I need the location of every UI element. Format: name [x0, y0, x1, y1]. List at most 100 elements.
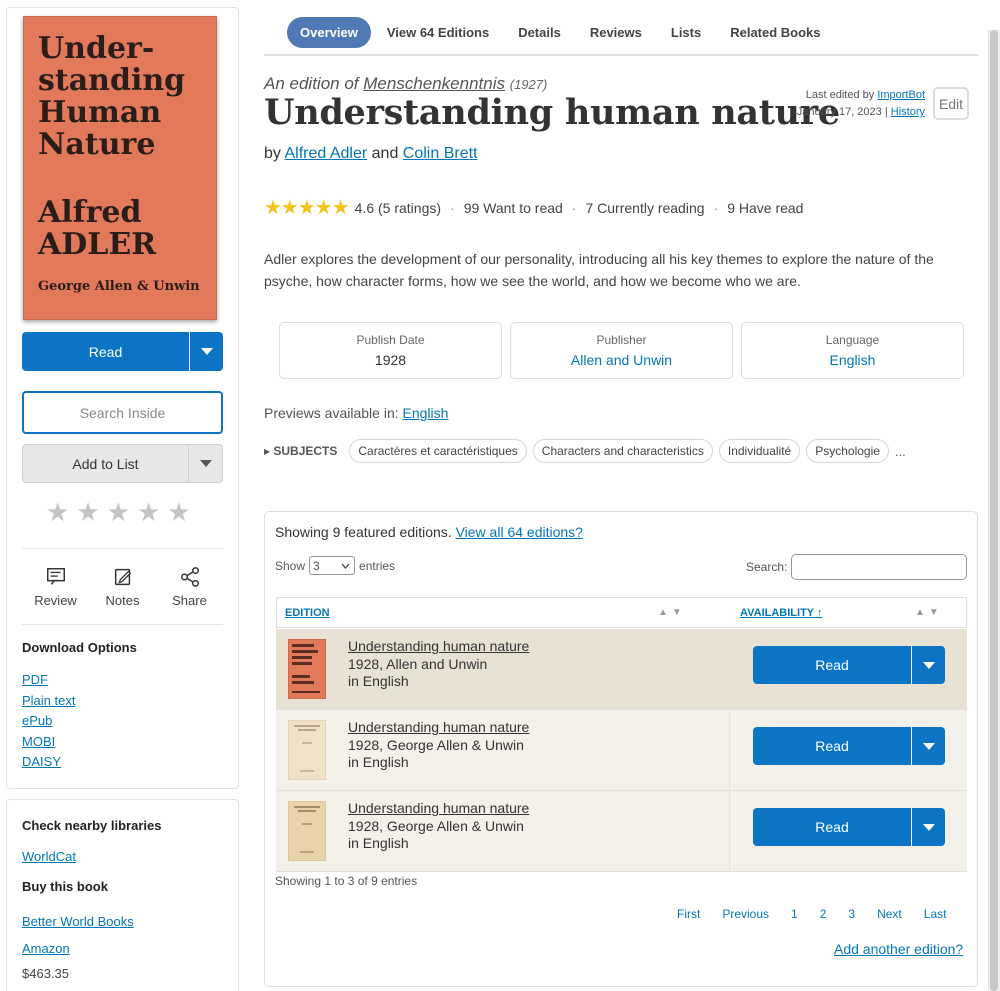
review-label: Review: [34, 593, 77, 608]
subject-pill[interactable]: Characters and characteristics: [532, 439, 713, 463]
subject-pill[interactable]: Caractères et caractéristiques: [349, 439, 527, 463]
edition-year-publisher: 1928, Allen and Unwin: [348, 656, 488, 672]
download-text-link[interactable]: Plain text: [22, 691, 75, 712]
add-another-edition-link[interactable]: Add another edition?: [834, 941, 963, 957]
pager-first[interactable]: First: [677, 907, 700, 921]
entries-select-value: 3: [313, 558, 320, 573]
editions-showing-text: Showing 9 featured editions.: [275, 524, 452, 540]
want-to-read-count: 99 Want to read: [463, 199, 563, 216]
subject-pill[interactable]: Psychologie: [806, 439, 889, 463]
buy-book-title: Buy this book: [22, 879, 108, 894]
tab-overview[interactable]: Overview: [287, 17, 371, 48]
work-year: (1927): [509, 77, 548, 92]
download-epub-link[interactable]: ePub: [22, 711, 75, 732]
subjects-toggle[interactable]: ▸ SUBJECTS: [264, 444, 337, 458]
entries-label: entries: [359, 558, 396, 573]
read-button[interactable]: Read: [22, 332, 189, 371]
read-dropdown-button[interactable]: [189, 332, 223, 371]
pager-page-2[interactable]: 2: [820, 907, 827, 921]
notes-icon: [114, 568, 131, 586]
share-button[interactable]: Share: [160, 566, 220, 608]
edition-title-link[interactable]: Understanding human nature: [348, 800, 529, 816]
editor-link[interactable]: ImportBot: [877, 89, 925, 101]
tab-reviews[interactable]: Reviews: [577, 17, 655, 48]
publisher-link[interactable]: Allen and Unwin: [511, 352, 732, 368]
review-icon: [46, 568, 65, 585]
edition-cover-thumbnail[interactable]: [288, 801, 326, 861]
and-label: and: [371, 145, 399, 162]
scrollbar-thumb[interactable]: [990, 30, 998, 991]
pager-page-1[interactable]: 1: [791, 907, 798, 921]
tab-related-books[interactable]: Related Books: [717, 17, 833, 48]
star-icon[interactable]: ★: [167, 498, 190, 526]
divider: [22, 548, 223, 549]
read-button[interactable]: Read: [753, 646, 911, 684]
chevron-down-icon: [922, 823, 935, 831]
page-title: Understanding human nature: [264, 92, 840, 133]
review-button[interactable]: Review: [26, 566, 86, 608]
history-link[interactable]: History: [891, 106, 925, 118]
tab-details[interactable]: Details: [505, 17, 574, 48]
read-button[interactable]: Read: [753, 808, 911, 846]
read-split-button: Read: [753, 727, 945, 765]
edition-cover-thumbnail[interactable]: [288, 720, 326, 780]
book-cover[interactable]: Under- standing Human Nature Alfred ADLE…: [23, 16, 217, 320]
read-button[interactable]: Read: [753, 727, 911, 765]
add-to-list-split-button: Add to List: [22, 444, 223, 483]
star-icon[interactable]: ★: [46, 498, 69, 526]
sort-edition-icon[interactable]: ▲▼: [658, 607, 686, 618]
separator-dot: ·: [571, 199, 577, 216]
author-link[interactable]: Alfred Adler: [284, 145, 367, 162]
edition-column-header[interactable]: EDITION: [285, 607, 330, 619]
pager-page-3[interactable]: 3: [848, 907, 855, 921]
chevron-down-icon: [922, 742, 935, 750]
table-search-input[interactable]: [791, 554, 968, 580]
read-dropdown-button[interactable]: [911, 808, 945, 846]
star-icon[interactable]: ★: [107, 498, 130, 526]
search-inside-input[interactable]: Search Inside: [22, 391, 223, 434]
cover-author: Alfred ADLER: [38, 195, 157, 262]
worldcat-link[interactable]: WorldCat: [22, 849, 76, 864]
star-icon[interactable]: ★: [137, 498, 160, 526]
pager-next[interactable]: Next: [877, 907, 902, 921]
amazon-link[interactable]: Amazon: [22, 941, 70, 956]
star-rating-input: ★ ★ ★ ★ ★: [46, 498, 191, 526]
separator-dot: ·: [713, 199, 719, 216]
read-dropdown-button[interactable]: [911, 646, 945, 684]
currently-reading-count: 7 Currently reading: [585, 199, 705, 216]
view-all-editions-link[interactable]: View all 64 editions?: [456, 524, 583, 540]
download-pdf-link[interactable]: PDF: [22, 670, 75, 691]
by-label: by: [264, 145, 281, 162]
sort-availability-icon[interactable]: ▲▼: [915, 607, 943, 618]
read-dropdown-button[interactable]: [911, 727, 945, 765]
tab-editions[interactable]: View 64 Editions: [374, 17, 502, 48]
star-icon[interactable]: ★: [76, 498, 99, 526]
edit-button[interactable]: Edit: [933, 87, 969, 120]
table-row: Understanding human nature 1928, George …: [276, 791, 967, 872]
work-link[interactable]: Menschenkenntnis: [363, 74, 505, 93]
edition-cover-thumbnail[interactable]: [288, 639, 326, 699]
download-daisy-link[interactable]: DAISY: [22, 752, 75, 773]
pager-previous[interactable]: Previous: [722, 907, 769, 921]
entries-info: Showing 1 to 3 of 9 entries: [275, 874, 418, 888]
star-rating-icon: ★★★★★: [264, 197, 350, 219]
add-to-list-dropdown[interactable]: [188, 445, 222, 482]
preview-language-link[interactable]: English: [403, 405, 449, 421]
subject-pill[interactable]: Individualité: [718, 439, 801, 463]
edition-title-link[interactable]: Understanding human nature: [348, 719, 529, 735]
chevron-down-icon: [200, 348, 213, 355]
edition-info: 1928, George Allen & Unwin in English: [348, 818, 524, 852]
tab-lists[interactable]: Lists: [658, 17, 714, 48]
entries-select[interactable]: 3: [309, 556, 356, 575]
pagination: First Previous 1 2 3 Next Last: [666, 907, 957, 921]
edition-title-link[interactable]: Understanding human nature: [348, 638, 529, 654]
pager-last[interactable]: Last: [924, 907, 947, 921]
language-link[interactable]: English: [742, 352, 963, 368]
availability-column-header[interactable]: AVAILABILITY ↑: [740, 607, 823, 619]
better-world-books-link[interactable]: Better World Books: [22, 914, 134, 929]
author-link[interactable]: Colin Brett: [403, 145, 478, 162]
notes-button[interactable]: Notes: [93, 566, 153, 608]
subjects-more[interactable]: ...: [895, 444, 906, 459]
add-to-list-button[interactable]: Add to List: [23, 445, 188, 482]
download-mobi-link[interactable]: MOBI: [22, 732, 75, 753]
